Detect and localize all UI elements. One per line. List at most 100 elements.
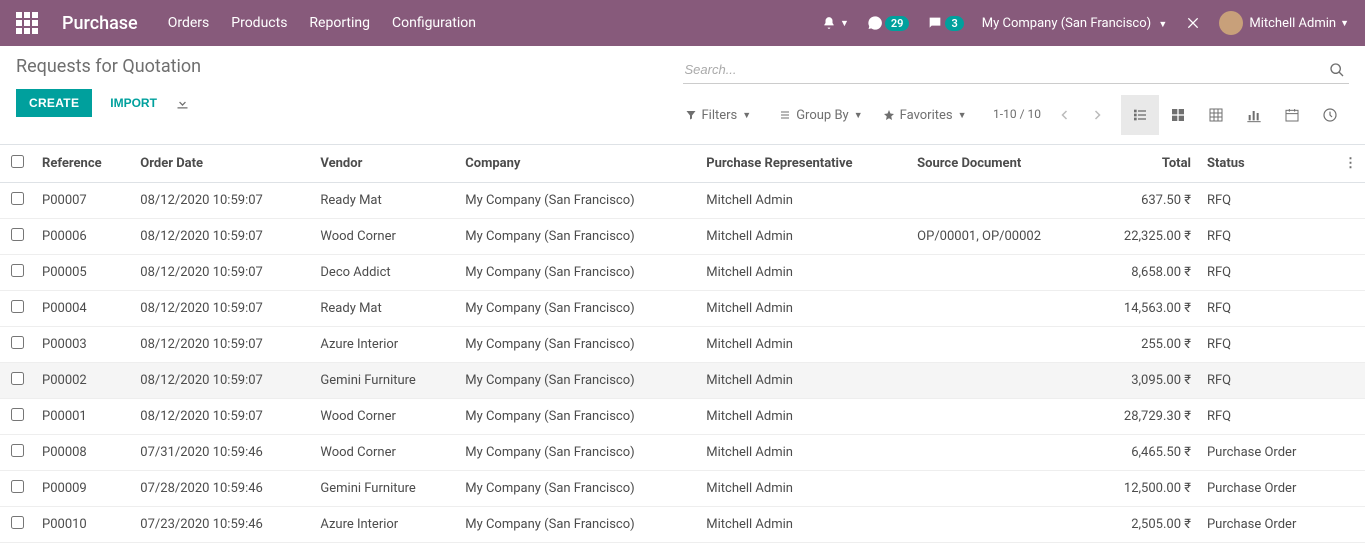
- cell-total: 12,500.00 ₹: [1091, 471, 1199, 507]
- cell-source: [909, 183, 1091, 219]
- cell-total: 28,729.30 ₹: [1091, 399, 1199, 435]
- row-checkbox[interactable]: [11, 228, 24, 241]
- menu-products[interactable]: Products: [231, 15, 287, 31]
- table-row[interactable]: P0000408/12/2020 10:59:07Ready MatMy Com…: [0, 291, 1365, 327]
- table-row[interactable]: P0000907/28/2020 10:59:46Gemini Furnitur…: [0, 471, 1365, 507]
- menu-orders[interactable]: Orders: [168, 15, 210, 31]
- view-list[interactable]: [1121, 95, 1159, 135]
- pager-range[interactable]: 1-10 / 10: [993, 107, 1041, 123]
- cell-order-date: 08/12/2020 10:59:07: [132, 219, 312, 255]
- avatar: [1219, 11, 1243, 35]
- cell-order-date: 08/12/2020 10:59:07: [132, 183, 312, 219]
- cell-company: My Company (San Francisco): [457, 327, 698, 363]
- cell-rep: Mitchell Admin: [698, 471, 909, 507]
- cell-rep: Mitchell Admin: [698, 399, 909, 435]
- import-button[interactable]: IMPORT: [110, 96, 157, 110]
- table-row[interactable]: P0000708/12/2020 10:59:07Ready MatMy Com…: [0, 183, 1365, 219]
- cell-status: RFQ: [1199, 363, 1336, 399]
- table-header: Reference Order Date Vendor Company Purc…: [0, 145, 1365, 183]
- favorites-label: Favorites: [900, 108, 953, 123]
- group-by-button[interactable]: Group By ▼: [777, 104, 864, 127]
- company-label: My Company (San Francisco): [982, 16, 1151, 31]
- filters-button[interactable]: Filters ▼: [683, 104, 754, 127]
- table-row[interactable]: P0000807/31/2020 10:59:46Wood CornerMy C…: [0, 435, 1365, 471]
- col-vendor[interactable]: Vendor: [312, 145, 457, 183]
- cell-vendor: Wood Corner: [312, 435, 457, 471]
- view-kanban[interactable]: [1159, 95, 1197, 135]
- cell-company: My Company (San Francisco): [457, 435, 698, 471]
- apps-icon[interactable]: [16, 12, 38, 34]
- user-name: Mitchell Admin: [1249, 16, 1336, 31]
- cell-order-date: 07/31/2020 10:59:46: [132, 435, 312, 471]
- cell-source: [909, 471, 1091, 507]
- create-button[interactable]: CREATE: [16, 89, 92, 117]
- row-checkbox[interactable]: [11, 300, 24, 313]
- col-rep[interactable]: Purchase Representative: [698, 145, 909, 183]
- cell-source: [909, 327, 1091, 363]
- table-row[interactable]: P0000308/12/2020 10:59:07Azure InteriorM…: [0, 327, 1365, 363]
- cell-source: [909, 507, 1091, 543]
- chevron-down-icon: ▼: [1340, 18, 1349, 29]
- columns-menu-icon[interactable]: ⋮: [1336, 145, 1365, 183]
- search-input[interactable]: [683, 58, 1326, 81]
- debug-icon[interactable]: [1185, 15, 1201, 31]
- table-row[interactable]: P0000508/12/2020 10:59:07Deco AddictMy C…: [0, 255, 1365, 291]
- table-row[interactable]: P0000608/12/2020 10:59:07Wood CornerMy C…: [0, 219, 1365, 255]
- view-pivot[interactable]: [1197, 95, 1235, 135]
- view-calendar[interactable]: [1273, 95, 1311, 135]
- table-row[interactable]: P0000108/12/2020 10:59:07Wood CornerMy C…: [0, 399, 1365, 435]
- cell-status: RFQ: [1199, 255, 1336, 291]
- cell-reference: P00008: [34, 435, 132, 471]
- row-checkbox[interactable]: [11, 516, 24, 529]
- favorites-button[interactable]: Favorites ▼: [881, 104, 969, 127]
- conversations-icon[interactable]: 29: [867, 15, 910, 31]
- menu-configuration[interactable]: Configuration: [392, 15, 476, 31]
- col-company[interactable]: Company: [457, 145, 698, 183]
- col-status[interactable]: Status: [1199, 145, 1336, 183]
- cell-vendor: Deco Addict: [312, 255, 457, 291]
- pager-prev[interactable]: [1053, 104, 1077, 126]
- select-all-checkbox[interactable]: [11, 155, 24, 168]
- row-checkbox[interactable]: [11, 192, 24, 205]
- cell-rep: Mitchell Admin: [698, 363, 909, 399]
- col-total[interactable]: Total: [1091, 145, 1199, 183]
- search-bar: [683, 56, 1350, 84]
- cell-company: My Company (San Francisco): [457, 219, 698, 255]
- table-row[interactable]: P0000208/12/2020 10:59:07Gemini Furnitur…: [0, 363, 1365, 399]
- row-checkbox[interactable]: [11, 372, 24, 385]
- cell-rep: Mitchell Admin: [698, 219, 909, 255]
- cell-vendor: Ready Mat: [312, 291, 457, 327]
- cell-status: RFQ: [1199, 183, 1336, 219]
- cell-vendor: Gemini Furniture: [312, 471, 457, 507]
- cell-total: 255.00 ₹: [1091, 327, 1199, 363]
- col-reference[interactable]: Reference: [34, 145, 132, 183]
- view-graph[interactable]: [1235, 95, 1273, 135]
- row-checkbox[interactable]: [11, 444, 24, 457]
- cell-total: 637.50 ₹: [1091, 183, 1199, 219]
- menu-reporting[interactable]: Reporting: [309, 15, 370, 31]
- row-checkbox[interactable]: [11, 264, 24, 277]
- row-checkbox[interactable]: [11, 480, 24, 493]
- col-source[interactable]: Source Document: [909, 145, 1091, 183]
- user-menu[interactable]: Mitchell Admin ▼: [1219, 11, 1349, 35]
- app-brand[interactable]: Purchase: [62, 13, 138, 34]
- cell-company: My Company (San Francisco): [457, 507, 698, 543]
- cell-company: My Company (San Francisco): [457, 399, 698, 435]
- pager-next[interactable]: [1085, 104, 1109, 126]
- row-checkbox[interactable]: [11, 408, 24, 421]
- table-row[interactable]: P0001007/23/2020 10:59:46Azure InteriorM…: [0, 507, 1365, 543]
- row-checkbox[interactable]: [11, 336, 24, 349]
- page-title: Requests for Quotation: [16, 56, 683, 77]
- company-selector[interactable]: My Company (San Francisco) ▼: [982, 16, 1168, 31]
- view-activity[interactable]: [1311, 95, 1349, 135]
- notifications-icon[interactable]: ▼: [822, 16, 849, 30]
- cell-order-date: 08/12/2020 10:59:07: [132, 291, 312, 327]
- download-icon[interactable]: [175, 96, 190, 111]
- cell-company: My Company (San Francisco): [457, 183, 698, 219]
- col-order-date[interactable]: Order Date: [132, 145, 312, 183]
- messages-icon[interactable]: 3: [927, 15, 963, 31]
- chevron-down-icon: ▼: [854, 110, 863, 121]
- cell-reference: P00010: [34, 507, 132, 543]
- search-icon[interactable]: [1325, 62, 1349, 78]
- cell-source: [909, 255, 1091, 291]
